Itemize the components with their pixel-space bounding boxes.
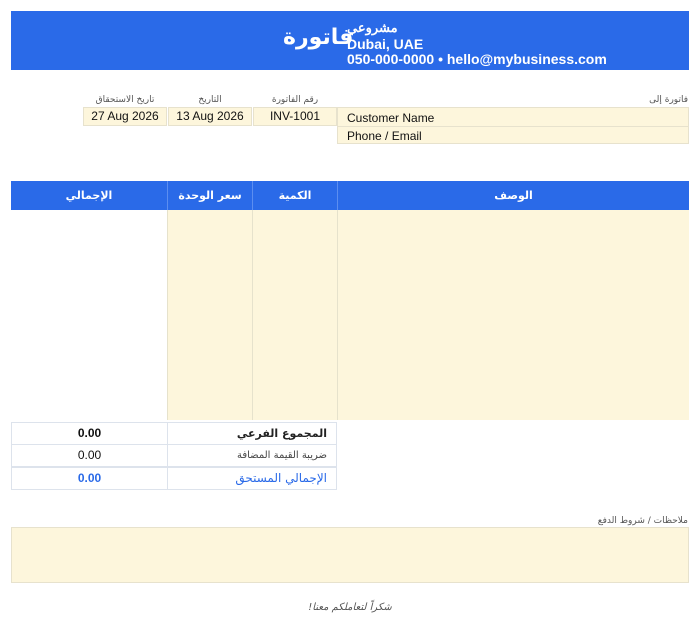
due-date-field[interactable]: 27 Aug 2026 — [83, 107, 167, 126]
cell-total — [11, 336, 167, 357]
items-table-header: الوصف الكمية سعر الوحدة الإجمالي — [11, 181, 689, 210]
due-date-label: تاريخ الاستحقاق — [95, 95, 155, 105]
cell-description[interactable] — [337, 252, 689, 273]
cell-quantity[interactable] — [252, 378, 337, 399]
invoice-title: فاتورة — [283, 25, 354, 50]
cell-total — [11, 399, 167, 420]
cell-unit-price[interactable] — [167, 378, 252, 399]
table-row — [11, 252, 689, 273]
invoice-header: فاتورة مشروعي Dubai, UAE 050-000-0000 • … — [11, 11, 689, 70]
cell-description[interactable] — [337, 294, 689, 315]
table-row — [11, 315, 689, 336]
notes-label: ملاحظات / شروط الدفع — [597, 516, 688, 526]
total-due-value: 0.00 — [12, 468, 168, 489]
vat-value[interactable]: 0.00 — [12, 445, 168, 466]
cell-unit-price[interactable] — [167, 336, 252, 357]
cell-quantity[interactable] — [252, 294, 337, 315]
business-location[interactable]: Dubai, UAE — [347, 37, 667, 52]
cell-total — [11, 294, 167, 315]
cell-total — [11, 252, 167, 273]
subtotal-label: المجموع الفرعي — [236, 427, 327, 440]
cell-total — [11, 210, 167, 231]
business-name[interactable]: مشروعي — [347, 20, 398, 35]
cell-description[interactable] — [337, 273, 689, 294]
cell-total — [11, 315, 167, 336]
cell-total — [11, 273, 167, 294]
cell-total — [11, 378, 167, 399]
col-total: الإجمالي — [65, 189, 113, 202]
business-contact[interactable]: 050-000-0000 • hello@mybusiness.com — [347, 52, 667, 67]
cell-quantity[interactable] — [252, 231, 337, 252]
table-row — [11, 273, 689, 294]
col-unit-price: سعر الوحدة — [167, 181, 252, 210]
cell-quantity[interactable] — [252, 357, 337, 378]
bill-to-label: فاتورة إلى — [649, 95, 688, 105]
bill-to-divider — [338, 126, 688, 127]
cell-unit-price[interactable] — [167, 399, 252, 420]
cell-unit-price[interactable] — [167, 273, 252, 294]
cell-description[interactable] — [337, 378, 689, 399]
cell-quantity[interactable] — [252, 273, 337, 294]
date-label: التاريخ — [198, 95, 222, 105]
vat-label: ضريبة القيمة المضافة — [236, 450, 327, 461]
cell-unit-price[interactable] — [167, 252, 252, 273]
cell-description[interactable] — [337, 336, 689, 357]
cell-unit-price[interactable] — [167, 315, 252, 336]
cell-description[interactable] — [337, 210, 689, 231]
col-description: الوصف — [337, 181, 689, 210]
cell-quantity[interactable] — [252, 336, 337, 357]
notes-field[interactable] — [11, 527, 689, 583]
customer-name-field[interactable]: Customer Name — [347, 111, 434, 125]
cell-description[interactable] — [337, 357, 689, 378]
col-quantity: الكمية — [252, 181, 337, 210]
cell-total — [11, 231, 167, 252]
table-row — [11, 378, 689, 399]
table-row — [11, 357, 689, 378]
date-field[interactable]: 13 Aug 2026 — [168, 107, 252, 126]
business-info: مشروعي Dubai, UAE 050-000-0000 • hello@m… — [347, 19, 667, 67]
table-row — [11, 294, 689, 315]
cell-unit-price[interactable] — [167, 210, 252, 231]
cell-description[interactable] — [337, 399, 689, 420]
cell-description[interactable] — [337, 315, 689, 336]
table-row — [11, 210, 689, 231]
subtotal-value: 0.00 — [12, 423, 168, 444]
cell-unit-price[interactable] — [167, 357, 252, 378]
table-row — [11, 231, 689, 252]
cell-unit-price[interactable] — [167, 231, 252, 252]
table-row — [11, 336, 689, 357]
total-due-label: الإجمالي المستحق — [235, 471, 327, 485]
cell-quantity[interactable] — [252, 252, 337, 273]
thank-you-note: شكراً لتعاملكم معنا! — [308, 602, 392, 613]
cell-quantity[interactable] — [252, 399, 337, 420]
total-due-row: 0.00 الإجمالي المستحق — [11, 467, 337, 490]
bill-to-box[interactable]: Customer Name Phone / Email — [337, 107, 689, 144]
subtotal-row: 0.00 المجموع الفرعي — [11, 422, 337, 445]
cell-quantity[interactable] — [252, 210, 337, 231]
cell-total — [11, 357, 167, 378]
customer-contact-field[interactable]: Phone / Email — [347, 129, 422, 143]
cell-quantity[interactable] — [252, 315, 337, 336]
cell-description[interactable] — [337, 231, 689, 252]
vat-row: 0.00 ضريبة القيمة المضافة — [11, 444, 337, 467]
invoice-number-label: رقم الفاتورة — [271, 95, 319, 105]
table-row — [11, 399, 689, 420]
invoice-number-field[interactable]: INV-1001 — [253, 107, 337, 126]
cell-unit-price[interactable] — [167, 294, 252, 315]
